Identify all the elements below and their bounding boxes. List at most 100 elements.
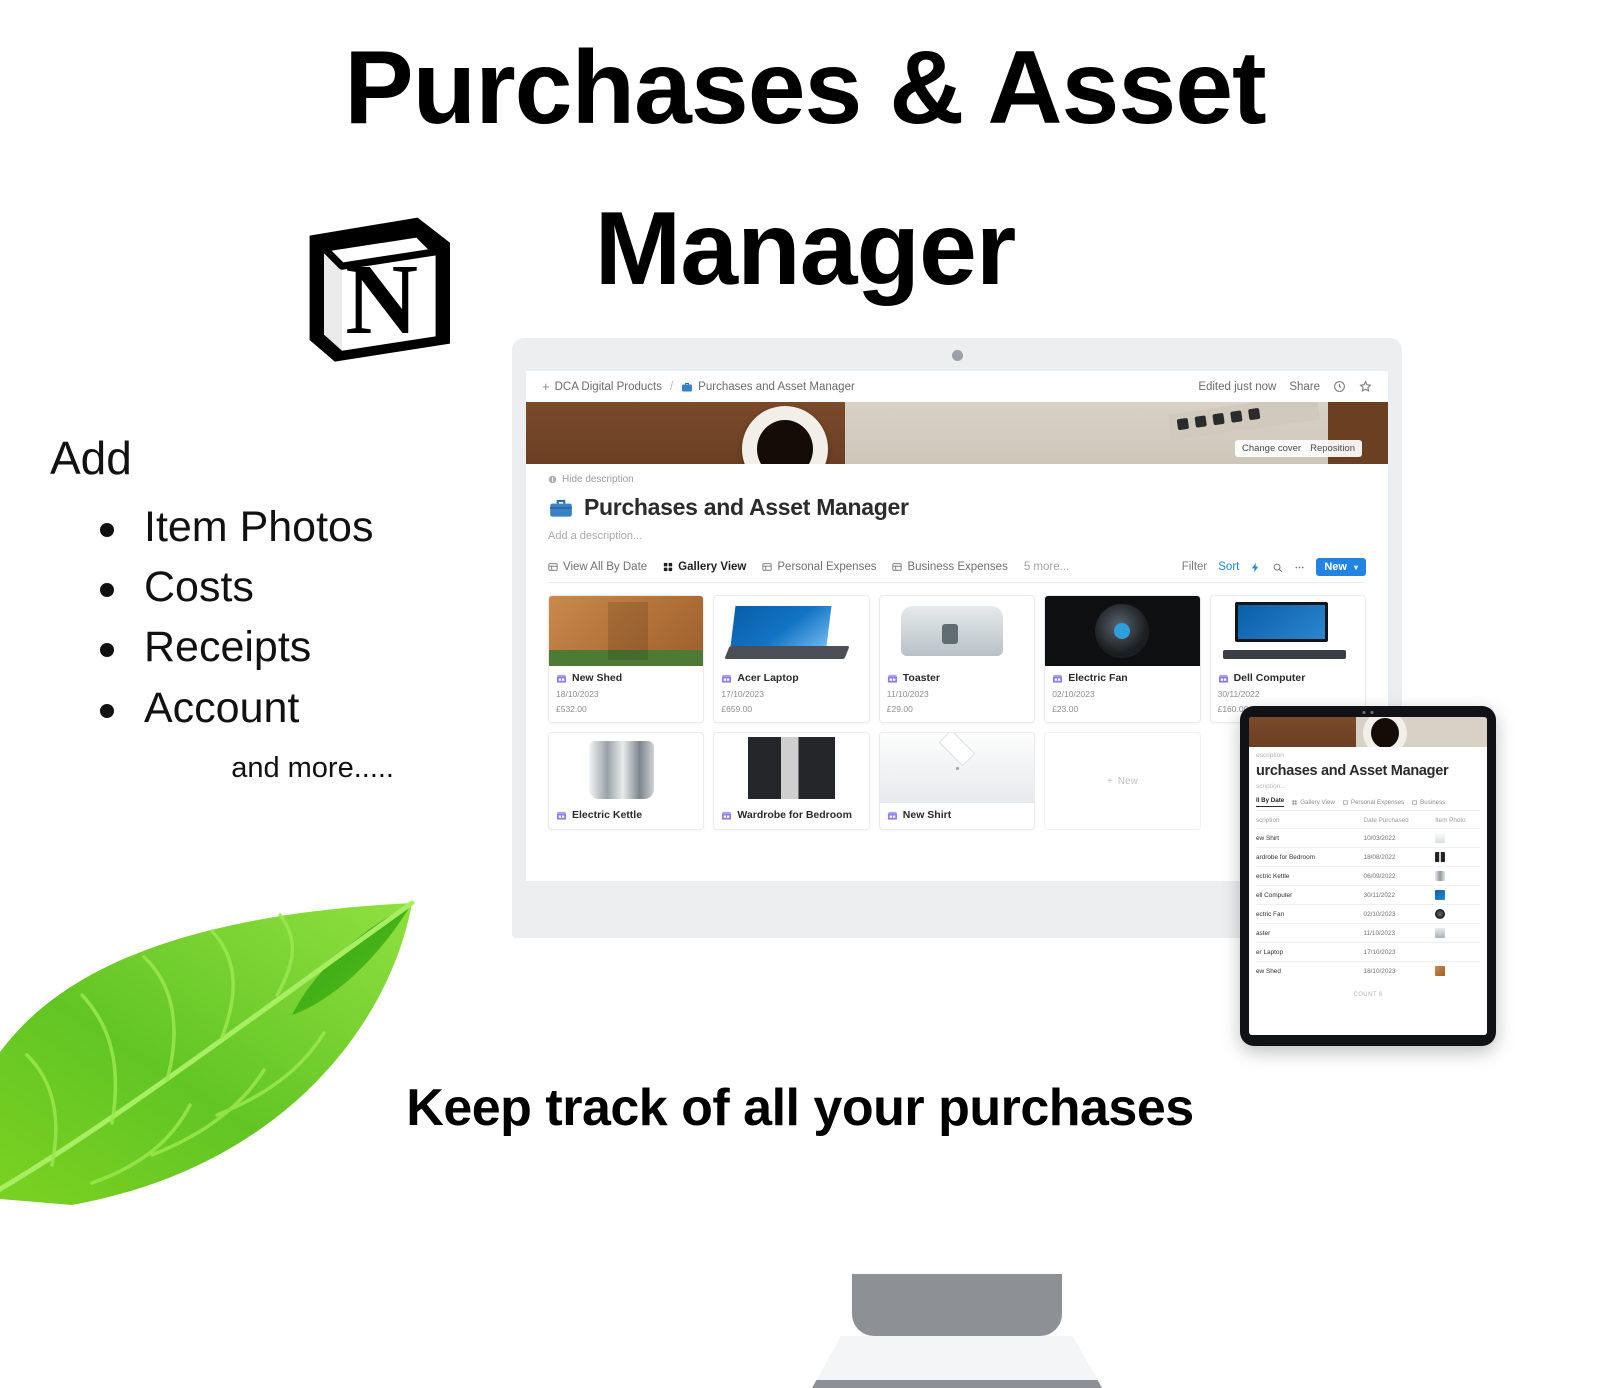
storefront-icon [556,811,567,820]
storefront-icon [722,811,732,820]
table-row[interactable]: ell Computer 30/11/2022 [1256,885,1480,904]
topbar-actions: Edited just now Share [1198,380,1372,393]
row-date: 02/10/2023 [1363,910,1396,918]
tab-business-expenses[interactable]: Business Expenses [892,561,1008,573]
row-name: ew Shed [1256,967,1281,975]
tablet-camera-icon [1362,711,1374,714]
tablet-tab-view-all-by-date[interactable]: ll By Date [1256,797,1285,807]
tablet-view-tabs: ll By Date Gallery View Personal Expense… [1256,797,1480,811]
row-thumbnail [1435,890,1446,900]
tablet-device: escription urchases and Asset Manager sc… [1240,706,1496,1046]
row-date: 18/10/2023 [1363,967,1396,975]
table-row[interactable]: Electric Kettle [548,732,705,830]
table-row[interactable]: New Shed 18/10/2023 £532.00 [548,595,705,723]
breadcrumb-separator: / [669,380,674,393]
chevron-down-icon[interactable]: ▾ [1354,563,1358,572]
row-thumbnail [1435,928,1446,938]
storefront-icon [722,674,732,683]
table-row[interactable]: ew Shirt 10/03/2022 [1256,828,1480,847]
plus-icon: + [1106,775,1113,787]
row-name: aster [1256,929,1271,937]
feature-items: Item Photos Costs Receipts Account [92,497,480,738]
table-row[interactable]: New Shirt [878,732,1036,830]
more-tabs-button[interactable]: 5 more... [1024,561,1069,573]
row-thumbnail [1435,833,1446,843]
table-row[interactable]: Wardrobe for Bedroom [713,732,870,830]
cover-buttons[interactable]: Change cover Reposition [1234,440,1362,457]
notion-page-title[interactable]: Purchases and Asset Manager [584,494,909,521]
column-header-date-purchased: Date Purchased [1363,817,1409,824]
item-photo [879,733,1035,803]
tablet-tab-business-expenses[interactable]: Business [1412,797,1445,807]
table-row[interactable]: ardrobe for Bedroom 18/08/2022 [1256,847,1480,866]
tablet-screen: escription urchases and Asset Manager sc… [1249,717,1487,1035]
item-date: 17/10/2023 [721,689,764,699]
table-icon [1342,800,1348,804]
star-icon[interactable] [1359,380,1372,393]
row-name: ell Computer [1256,891,1293,899]
monitor-stand-neck [852,1274,1062,1336]
table-row[interactable]: Electric Fan 02/10/2023 £23.00 [1044,595,1201,723]
monitor-stand-base [812,1336,1102,1388]
tablet-table-header: scription Date Purchased Item Photo [1256,817,1480,828]
tab-gallery-view[interactable]: Gallery View [663,561,746,573]
item-photo [549,596,704,666]
tab-label: Business Expenses [907,561,1008,573]
tablet-tab-label: Gallery View [1300,798,1335,806]
hide-description-toggle[interactable]: Hide description [548,474,1366,485]
item-photo [1045,596,1200,666]
table-icon [762,563,772,571]
table-row[interactable]: Toaster 11/10/2023 £29.00 [878,595,1036,723]
view-tabs: View All By Date Gallery View Personal E… [548,558,1366,583]
info-icon [548,475,557,484]
storefront-icon [1218,674,1228,683]
tab-personal-expenses[interactable]: Personal Expenses [762,561,876,573]
row-date: 18/08/2022 [1363,853,1396,861]
table-row[interactable]: Dell Computer 30/11/2022 £160.00 [1209,595,1366,723]
row-name: ectric Kettle [1256,872,1290,880]
row-date: 30/11/2022 [1363,891,1396,899]
lightning-icon[interactable] [1250,562,1261,573]
filter-button[interactable]: Filter [1182,561,1208,573]
table-row[interactable]: aster 11/10/2023 [1256,923,1480,942]
search-icon[interactable] [1272,562,1283,573]
list-item: Item Photos [92,497,480,557]
tablet-tab-label: Personal Expenses [1350,798,1405,806]
breadcrumb-workspace[interactable]: DCA Digital Products [555,381,662,393]
change-cover-button[interactable]: Change cover [1242,443,1301,454]
row-date: 10/03/2022 [1363,834,1396,842]
table-icon [548,563,558,571]
tablet-page-title[interactable]: urchases and Asset Manager [1256,763,1480,779]
row-thumbnail [1435,852,1446,862]
item-date: 02/10/2023 [1052,689,1095,699]
description-placeholder[interactable]: Add a description... [548,530,1366,542]
sort-button[interactable]: Sort [1218,561,1239,573]
tablet-description-placeholder[interactable]: scription... [1256,783,1480,790]
table-row[interactable]: er Laptop 17/10/2023 [1256,942,1480,961]
cover-photo: Change cover Reposition [526,402,1388,464]
tablet-hide-description[interactable]: escription [1256,752,1480,759]
ellipsis-icon[interactable] [1294,562,1305,573]
breadcrumb[interactable]: + DCA Digital Products / Purchases and A… [542,379,855,394]
tablet-tab-gallery-view[interactable]: Gallery View [1292,797,1335,807]
tab-view-all-by-date[interactable]: View All By Date [548,561,647,573]
new-card-button[interactable]: + New [1044,732,1201,830]
item-date: 11/10/2023 [886,689,929,699]
breadcrumb-page[interactable]: Purchases and Asset Manager [698,381,855,393]
new-button[interactable]: New ▾ [1316,558,1366,576]
row-date: 06/09/2022 [1363,872,1396,880]
table-row[interactable]: ectric Fan 02/10/2023 [1256,904,1480,923]
add-page-icon[interactable]: + [542,379,550,394]
notion-logo: N [288,196,468,376]
row-thumbnail [1435,947,1445,957]
reposition-button[interactable]: Reposition [1310,443,1355,454]
share-button[interactable]: Share [1289,381,1320,393]
table-row[interactable]: ectric Kettle 06/09/2022 [1256,866,1480,885]
tablet-tab-personal-expenses[interactable]: Personal Expenses [1342,797,1405,807]
clock-icon[interactable] [1333,380,1346,393]
feature-list: Add Item Photos Costs Receipts Account a… [50,435,480,785]
table-row[interactable]: Acer Laptop 17/10/2023 £659.00 [713,595,870,723]
item-photo [549,733,704,803]
tagline: Keep track of all your purchases [406,1079,1194,1137]
table-row[interactable]: ew Shed 18/10/2023 [1256,961,1480,980]
